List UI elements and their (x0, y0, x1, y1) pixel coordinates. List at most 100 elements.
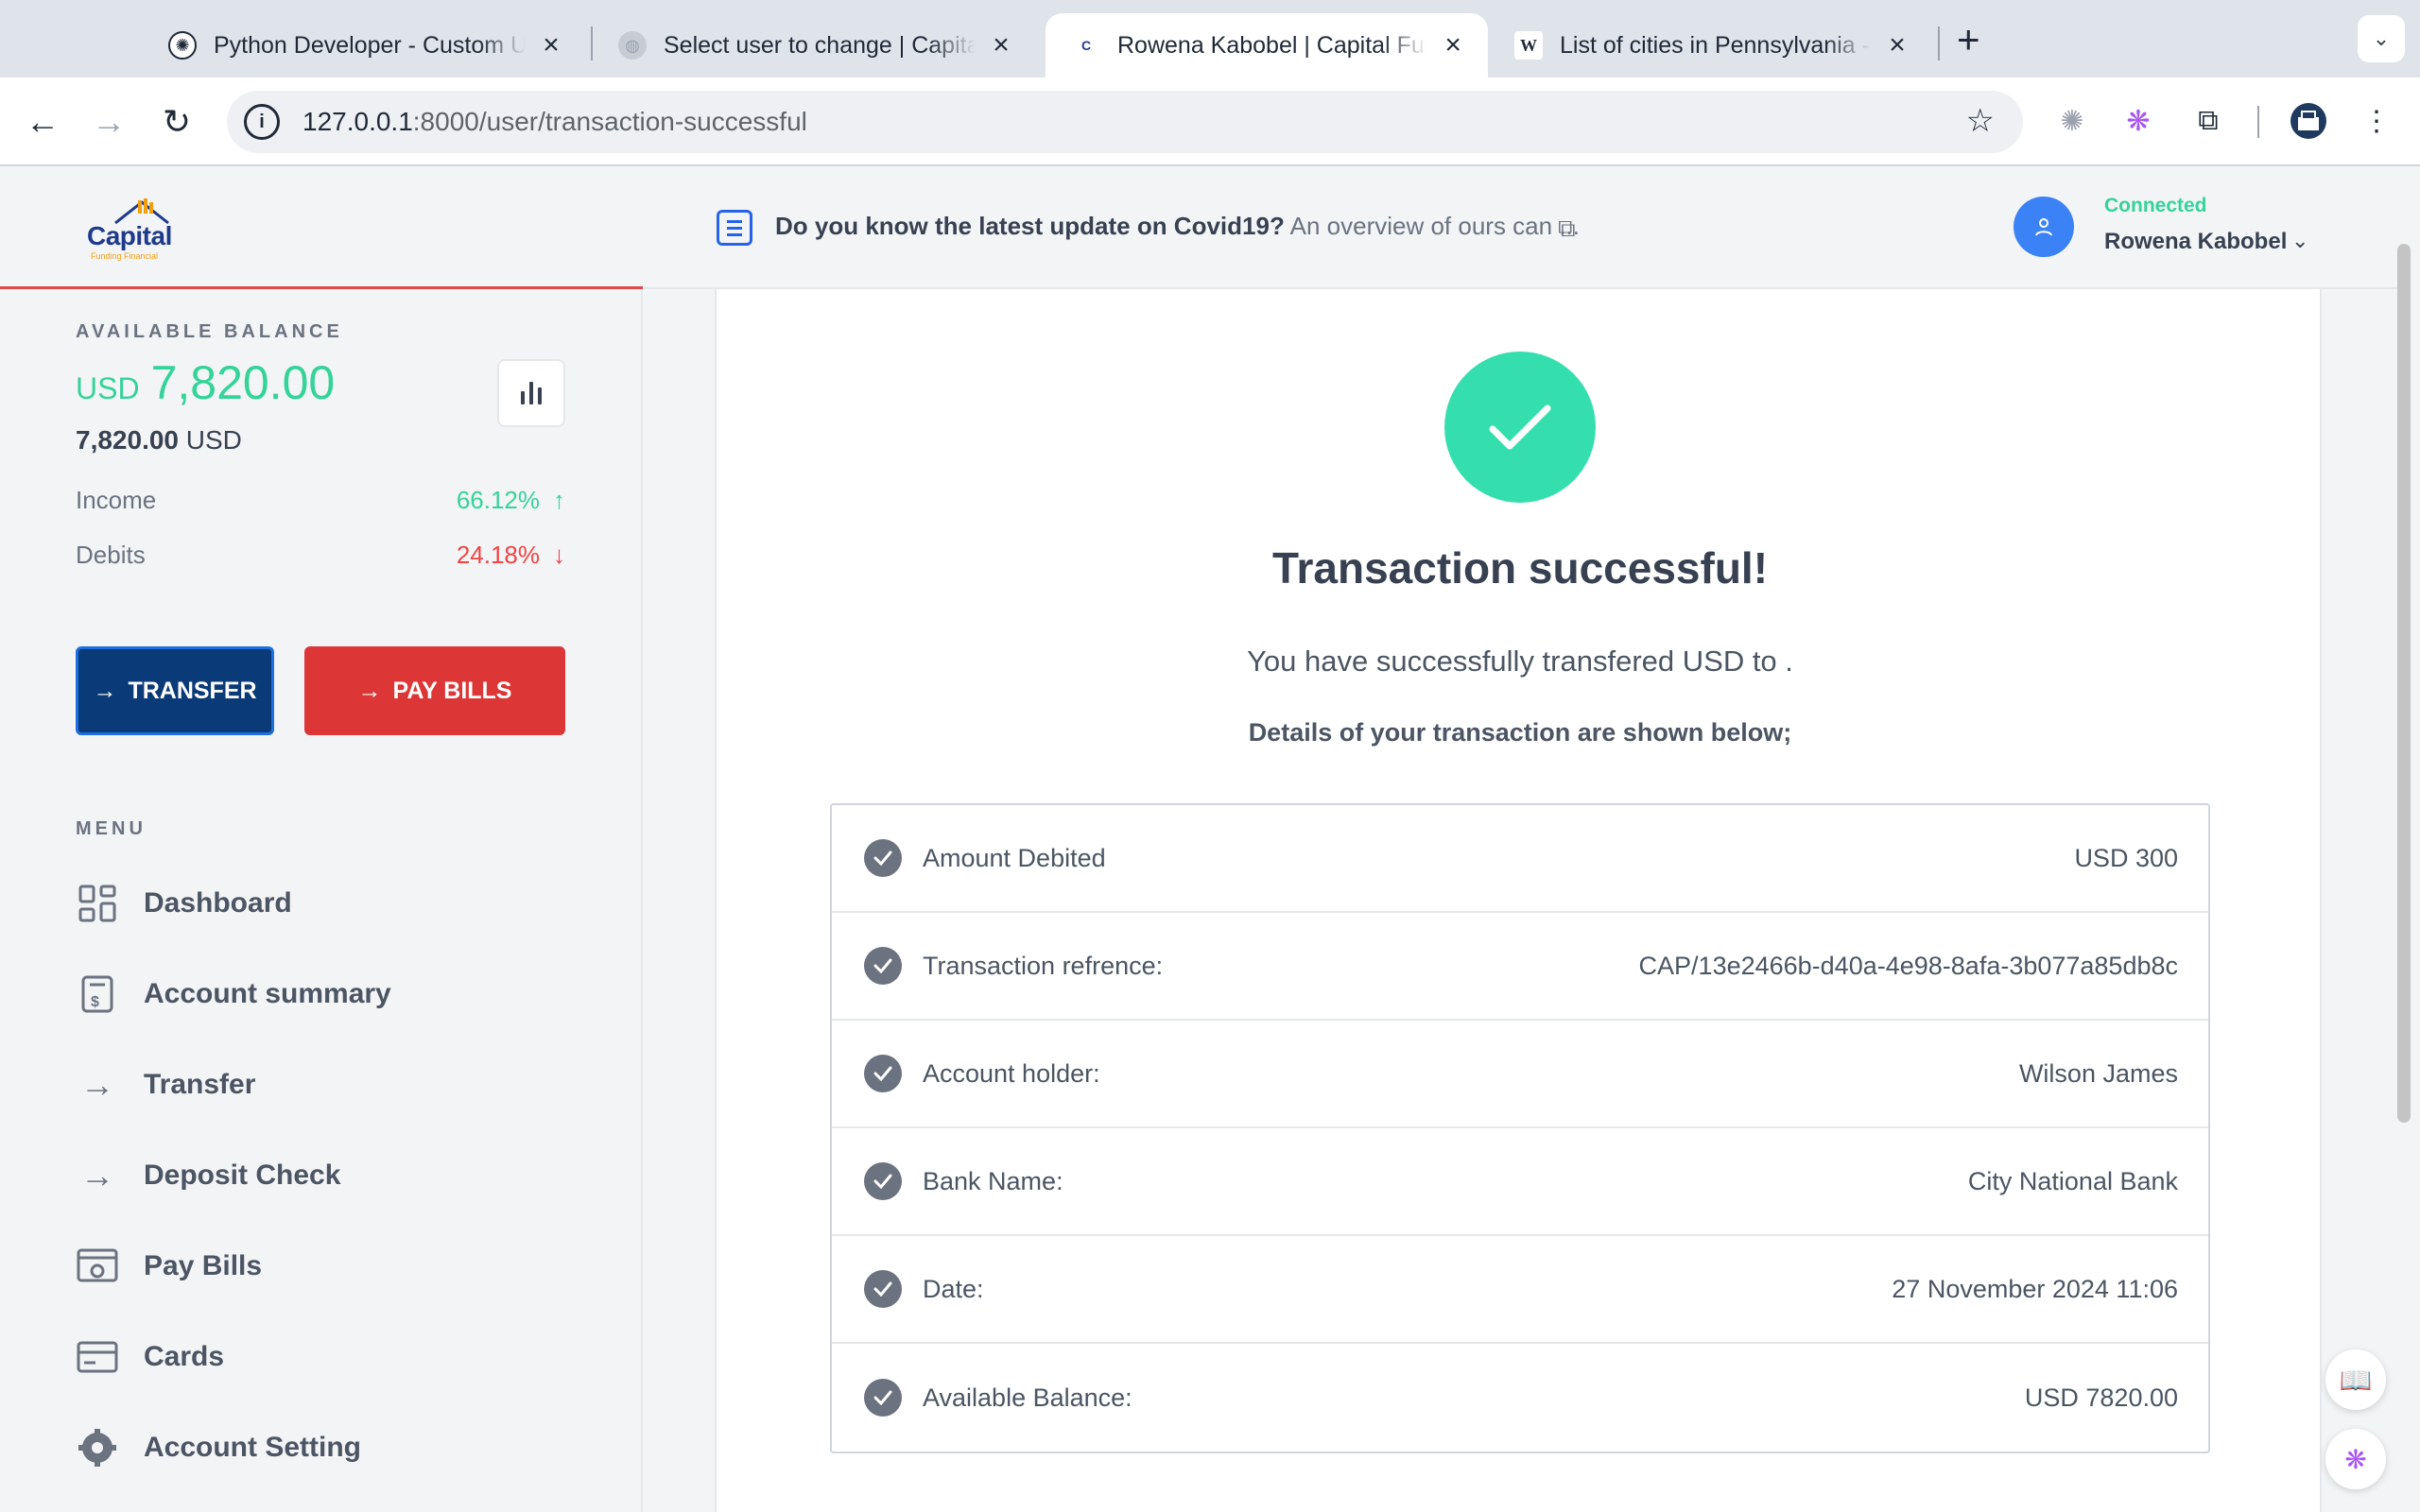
available-balance-label: AVAILABLE BALANCE (76, 321, 343, 342)
username[interactable]: Rowena Kabobel (2104, 229, 2287, 255)
address-bar[interactable]: i 127.0.0.1:8000/user/transaction-succes… (227, 91, 2023, 153)
detail-row-reference: Transaction refrence: CAP/13e2466b-d40a-… (832, 913, 2208, 1021)
detail-row-date: Date: 27 November 2024 11:06 (832, 1236, 2208, 1344)
sidebar-item-deposit-check[interactable]: → Deposit Check (76, 1147, 340, 1204)
detail-value: 27 November 2024 11:06 (1892, 1274, 2178, 1303)
browser-tab[interactable]: W List of cities in Pennsylvania - × (1488, 13, 1932, 77)
arrow-right-icon: → (80, 1156, 114, 1194)
book-icon[interactable]: 📖 (2325, 1349, 2386, 1410)
income-label: Income (76, 486, 157, 514)
arrow-down-icon: ↓ (553, 541, 565, 569)
more-vertical-icon[interactable]: ⋮ (2356, 100, 2397, 142)
check-circle-icon (864, 947, 902, 985)
arrow-up-icon: ↑ (553, 486, 565, 514)
url-text[interactable]: 127.0.0.1:8000/user/transaction-successf… (302, 107, 807, 137)
detail-label: Transaction refrence: (923, 951, 1164, 980)
close-icon[interactable]: × (1439, 29, 1467, 61)
sidebar-item-pay-bills[interactable]: Pay Bills (76, 1238, 262, 1295)
profile-avatar-icon[interactable] (2288, 100, 2329, 142)
extensions-puzzle-icon[interactable]: ⧉ (2187, 100, 2229, 142)
available-balance-amount: USD 7,820.00 (76, 355, 335, 410)
detail-value: USD 7820.00 (2024, 1383, 2178, 1412)
dashboard-grid-icon (76, 882, 119, 925)
transfer-button[interactable]: → TRANSFER (76, 646, 274, 735)
external-link-icon[interactable]: ⧉ (1558, 214, 1576, 244)
debits-label: Debits (76, 541, 146, 569)
tab-separator (1938, 26, 1940, 60)
success-message: You have successfully transfered USD to … (1247, 644, 1793, 678)
news-banner[interactable]: Do you know the latest update on Covid19… (775, 212, 1580, 241)
close-icon[interactable]: × (987, 29, 1015, 61)
logo-area: Capital Funding Financial (0, 166, 643, 289)
wikipedia-icon: W (1514, 31, 1543, 60)
openai-icon: ✺ (168, 31, 197, 60)
browser-tab[interactable]: ◍ Select user to change | Capita × (592, 13, 1036, 77)
check-circle-icon (864, 1379, 902, 1417)
transaction-card: Transaction successful! You have success… (715, 289, 2322, 1512)
sidebar-item-cards[interactable]: Cards (76, 1329, 224, 1385)
check-circle-icon (864, 1055, 902, 1092)
tab-search-chevron-icon[interactable]: ⌄ (2358, 15, 2405, 62)
capital-logo[interactable]: Capital Funding Financial (87, 193, 191, 263)
close-icon[interactable]: × (1883, 29, 1911, 61)
check-circle-icon (864, 1162, 902, 1200)
brain-icon[interactable]: ❋ (2325, 1429, 2386, 1489)
balance-secondary: 7,820.00 USD (76, 425, 242, 455)
chevron-down-icon[interactable]: ⌄ (2291, 229, 2308, 253)
extension-openai-icon[interactable]: ✺ (2051, 100, 2093, 142)
pay-bills-button[interactable]: → PAY BILLS (304, 646, 565, 735)
debits-value: 24.18% (456, 541, 540, 569)
detail-label: Date: (923, 1274, 984, 1303)
browser-tab-active[interactable]: C Rowena Kabobel | Capital Fun × (1046, 13, 1488, 77)
page-scrollbar[interactable] (2397, 244, 2411, 1123)
globe-icon: ◍ (618, 31, 647, 60)
detail-row-available-balance: Available Balance: USD 7820.00 (832, 1344, 2208, 1452)
sidebar-item-account-setting[interactable]: Account Setting (76, 1419, 361, 1476)
logo-subtext: Funding Financial (91, 251, 159, 261)
details-note: Details of your transaction are shown be… (1248, 718, 1792, 747)
browser-tab[interactable]: ✺ Python Developer - Custom U × (142, 13, 586, 77)
sidebar-item-account-summary[interactable]: $ Account summary (76, 966, 391, 1022)
balance-value: 7,820.00 (150, 356, 336, 409)
income-value: 66.12% (456, 486, 540, 514)
detail-label: Account holder: (923, 1058, 1100, 1088)
transaction-details: Amount Debited USD 300 Transaction refre… (830, 803, 2210, 1453)
capital-favicon-icon: C (1080, 38, 1092, 53)
success-check-icon (1444, 352, 1596, 503)
menu-label: MENU (76, 818, 147, 839)
detail-value: CAP/13e2466b-d40a-4e98-8afa-3b077a85db8c (1638, 951, 2178, 980)
close-icon[interactable]: × (537, 29, 565, 61)
top-header: Do you know the latest update on Covid19… (643, 166, 2401, 289)
tab-title: Rowena Kabobel | Capital Fun (1117, 31, 1428, 59)
bar-chart-icon[interactable] (497, 359, 565, 427)
user-icon (2035, 218, 2052, 236)
extension-brain-icon[interactable]: ❋ (2118, 100, 2159, 142)
arrow-right-icon: → (80, 1065, 114, 1104)
logo-text: Capital (87, 221, 172, 250)
forward-arrow-icon[interactable]: → (87, 100, 130, 144)
new-tab-icon[interactable]: + (1957, 17, 1980, 62)
user-avatar[interactable] (2014, 197, 2074, 257)
svg-text:$: $ (91, 994, 99, 1010)
detail-row-amount: Amount Debited USD 300 (832, 805, 2208, 913)
sidebar-item-transfer[interactable]: → Transfer (76, 1057, 255, 1113)
bill-icon (76, 1245, 119, 1288)
detail-label: Available Balance: (923, 1383, 1132, 1412)
sidebar: Capital Funding Financial AVAILABLE BALA… (0, 166, 643, 1512)
reload-icon[interactable]: ↻ (155, 100, 199, 144)
arrow-right-icon: → (357, 677, 382, 704)
bookmark-star-icon[interactable]: ☆ (1966, 102, 1995, 140)
detail-value: USD 300 (2074, 843, 2178, 872)
detail-value: Wilson James (2018, 1058, 2178, 1088)
tab-title: List of cities in Pennsylvania - (1560, 31, 1870, 59)
sidebar-item-dashboard[interactable]: Dashboard (76, 875, 292, 932)
browser-tab-bar: ✺ Python Developer - Custom U × ◍ Select… (0, 0, 2420, 77)
gear-icon (76, 1426, 119, 1469)
news-icon (717, 210, 752, 246)
receipt-dollar-icon: $ (76, 972, 119, 1016)
detail-value: City National Bank (1967, 1166, 2178, 1195)
debits-row: Debits 24.18% ↓ (76, 541, 565, 570)
back-arrow-icon[interactable]: ← (21, 100, 64, 144)
detail-label: Bank Name: (923, 1166, 1063, 1195)
site-info-icon[interactable]: i (244, 104, 280, 140)
